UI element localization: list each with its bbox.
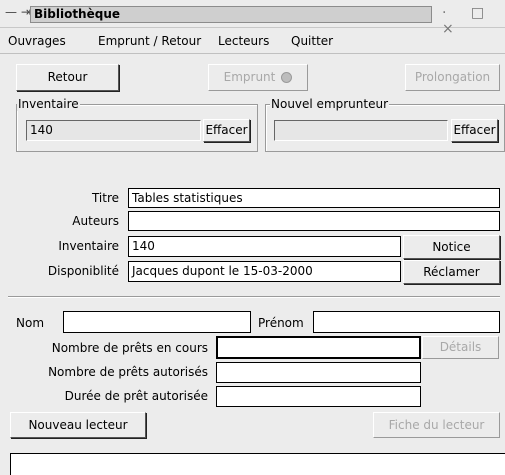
reclamer-button[interactable]: Réclamer (403, 260, 500, 284)
status-bar (10, 453, 505, 475)
reclamer-button-label: Réclamer (423, 265, 480, 279)
prets-autorises-field[interactable] (216, 362, 421, 383)
retour-button-label: Retour (47, 70, 88, 84)
inventaire-clear-button[interactable]: Effacer (203, 119, 250, 142)
nom-label: Nom (16, 316, 45, 330)
fiche-lecteur-button[interactable]: Fiche du lecteur (373, 412, 500, 438)
details-button-label: Détails (439, 340, 482, 354)
emprunt-button[interactable]: Emprunt (208, 64, 308, 91)
prenom-field[interactable] (313, 311, 500, 333)
prets-en-cours-label: Nombre de prêts en cours (51, 341, 208, 355)
menu-bar: Ouvrages Emprunt / Retour Lecteurs Quitt… (0, 30, 505, 54)
section-separator (8, 296, 500, 298)
emprunteur-clear-button[interactable]: Effacer (451, 119, 498, 142)
menu-lecteurs[interactable]: Lecteurs (218, 34, 269, 48)
prolongation-button-label: Prolongation (414, 70, 491, 84)
prets-en-cours-field[interactable] (216, 336, 421, 359)
disponibilite-field[interactable]: Jacques dupont le 15-03-2000 (128, 261, 401, 282)
fiche-lecteur-label: Fiche du lecteur (388, 418, 485, 432)
title-bar: — ⇥ Bibliothèque · □ × (0, 0, 505, 37)
status-led-icon (281, 72, 293, 83)
menu-ouvrages[interactable]: Ouvrages (8, 34, 66, 48)
duree-label: Durée de prêt autorisée (64, 389, 208, 403)
titre-field[interactable]: Tables statistiques (128, 188, 500, 208)
auteurs-label: Auteurs (72, 214, 119, 228)
disponibilite-label: Disponiblité (47, 264, 119, 278)
window-title: Bibliothèque (30, 6, 432, 23)
emprunteur-input[interactable] (274, 120, 448, 141)
emprunteur-group-label: Nouvel emprunteur (270, 97, 390, 111)
nouveau-lecteur-label: Nouveau lecteur (28, 418, 128, 432)
prets-autorises-label: Nombre de prêts autorisés (48, 365, 208, 379)
nom-field[interactable] (63, 311, 251, 333)
prenom-label: Prénom (258, 316, 304, 330)
retour-button[interactable]: Retour (16, 64, 119, 91)
notice-button[interactable]: Notice (403, 235, 500, 259)
auteurs-field[interactable] (128, 211, 500, 231)
details-button[interactable]: Détails (422, 336, 499, 359)
emprunt-button-label: Emprunt (223, 70, 276, 84)
inventaire-field[interactable]: 140 (128, 236, 401, 257)
titre-label: Titre (91, 191, 119, 205)
menu-quitter[interactable]: Quitter (291, 34, 333, 48)
window-menu-icon[interactable]: — ⇥ (5, 5, 31, 19)
inventaire-label: Inventaire (58, 239, 119, 253)
prolongation-button[interactable]: Prolongation (405, 64, 500, 91)
duree-field[interactable] (216, 386, 421, 407)
nouveau-lecteur-button[interactable]: Nouveau lecteur (10, 412, 146, 438)
inventaire-clear-label: Effacer (205, 123, 248, 137)
inventaire-group-label: Inventaire (17, 97, 80, 111)
menu-emprunt-retour[interactable]: Emprunt / Retour (98, 34, 201, 48)
notice-button-label: Notice (432, 240, 471, 254)
emprunteur-clear-label: Effacer (453, 123, 496, 137)
inventaire-search-input[interactable]: 140 (26, 120, 201, 141)
